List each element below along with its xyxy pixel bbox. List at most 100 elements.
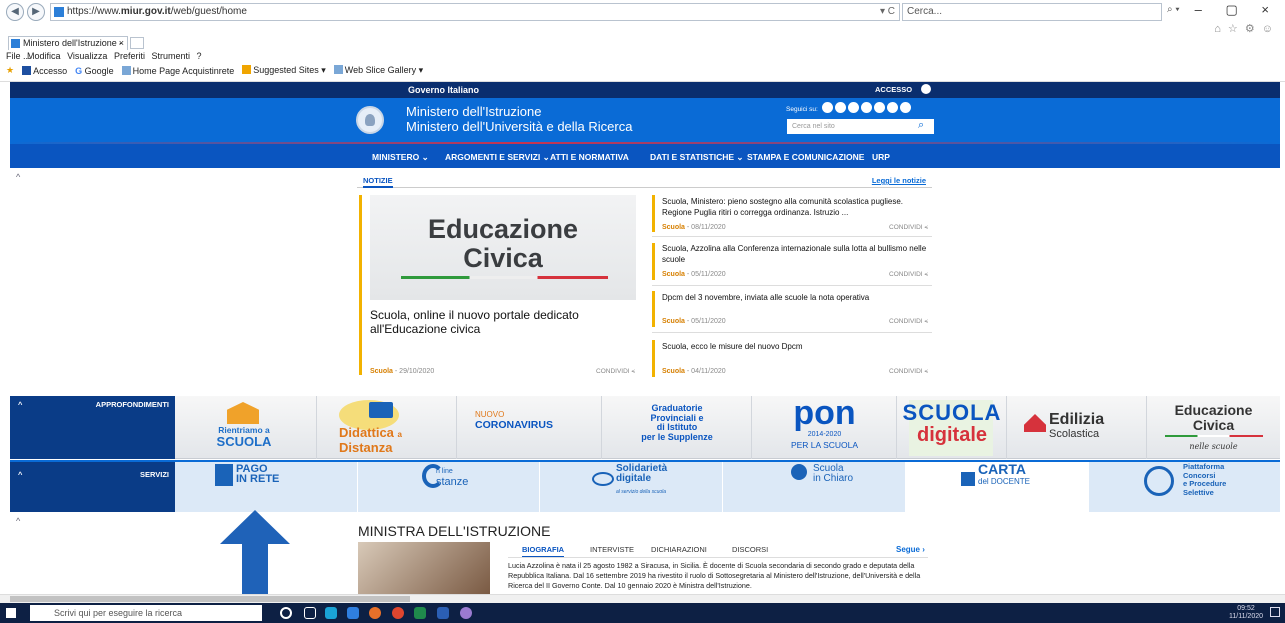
featured-share-button[interactable]: CONDIVIDI ⪪ (596, 368, 635, 376)
tile-educazione-civica[interactable]: Educazione Civica nelle scuole (1147, 396, 1280, 459)
task-view-icon[interactable] (304, 607, 316, 619)
tile-pon[interactable]: pon 2014-2020 PER LA SCUOLA (752, 396, 897, 459)
menu-strumenti[interactable]: Strumenti (151, 51, 190, 61)
nav-ministero[interactable]: MINISTERO ⌄ (372, 152, 429, 163)
servizi-label[interactable]: ^ SERVIZI (10, 462, 175, 512)
window-controls[interactable]: – ▢ × (1195, 2, 1279, 18)
word-icon[interactable] (437, 607, 449, 619)
republic-emblem-icon (356, 106, 384, 134)
linkedin-icon[interactable] (899, 102, 911, 113)
news-item-1-title[interactable]: Scuola, Ministero: pieno sostegno alla c… (662, 197, 930, 218)
tile-edilizia-scolastica[interactable]: Edilizia Scolastica (1007, 396, 1147, 459)
windows-start-icon[interactable] (6, 608, 16, 618)
nav-urp[interactable]: URP (872, 152, 890, 162)
twitter-icon[interactable] (834, 102, 846, 113)
tile-piattaforma-concorsi[interactable]: Piattaforma Concorsi e Procedure Seletti… (1089, 462, 1280, 512)
site-search-input[interactable]: Cerca nel sito (787, 119, 934, 134)
menu-help[interactable]: ? (197, 51, 202, 61)
site-search-icon[interactable]: ⌕ (918, 119, 924, 132)
tile-scuola-digitale[interactable]: SCUOLA digitale (897, 396, 1007, 459)
tab-notizie[interactable]: NOTIZIE (363, 176, 393, 188)
fav-accesso[interactable]: Accesso (22, 65, 67, 76)
news-item-2-title[interactable]: Scuola, Azzolina alla Conferenza interna… (662, 244, 930, 265)
clock-date: 11/11/2020 (1229, 613, 1263, 620)
tile-istanze-online[interactable]: n line stanze (358, 462, 540, 512)
app-icon[interactable] (460, 607, 472, 619)
chrome-icon[interactable] (392, 607, 404, 619)
excel-icon[interactable] (414, 607, 426, 619)
news-item-1-share[interactable]: CONDIVIDI ⪪ (889, 224, 928, 232)
news-item-3-share[interactable]: CONDIVIDI ⪪ (889, 318, 928, 326)
news-item-2-share[interactable]: CONDIVIDI ⪪ (889, 271, 928, 279)
tile-graduatorie[interactable]: Graduatorie Provinciali e di Istituto pe… (602, 396, 752, 459)
user-icon[interactable] (921, 84, 931, 94)
browser-search-input[interactable]: Cerca... (902, 3, 1162, 21)
collapse-icon[interactable]: ^ (16, 516, 20, 526)
toolbar-icons[interactable]: ⌂ ☆ ⚙ ☺ (1214, 22, 1275, 35)
collapse-icon[interactable]: ^ (16, 172, 20, 182)
nav-argomenti-servizi[interactable]: ARGOMENTI E SERVIZI ⌄ (445, 152, 550, 163)
grad-line4: per le Supplenze (641, 431, 713, 442)
featured-title[interactable]: Scuola, online il nuovo portale dedicato… (370, 308, 640, 336)
tab-interviste[interactable]: INTERVISTE (590, 545, 634, 554)
site-title[interactable]: Ministero dell'Istruzione Ministero dell… (406, 104, 632, 134)
firefox-icon[interactable] (369, 607, 381, 619)
fav-web-slice-gallery[interactable]: Web Slice Gallery ▾ (333, 65, 423, 76)
browser-search-icon[interactable]: ⌕ ▾ (1167, 4, 1180, 15)
menu-file[interactable]: File (6, 51, 21, 61)
cortana-icon[interactable] (280, 607, 292, 619)
address-bar[interactable]: https://www.miur.gov.it/web/guest/home ▾… (50, 3, 900, 21)
scrollbar-thumb[interactable] (10, 596, 410, 602)
tab-close-icon[interactable]: × (119, 37, 124, 50)
news-item-3-title[interactable]: Dpcm del 3 novembre, inviata alle scuole… (662, 293, 930, 304)
tile-scuola-in-chiaro[interactable]: Scuola in Chiaro (723, 462, 906, 512)
tile-rientriamo-scuola[interactable]: Rientriamo a SCUOLA (175, 396, 317, 459)
news-item-4-share[interactable]: CONDIVIDI ⪪ (889, 368, 928, 376)
piatt-line4: Selettive (1183, 487, 1214, 497)
tile-pago-in-rete[interactable]: PAGO IN RETE (175, 462, 358, 512)
menu-modifica[interactable]: Modifica (27, 51, 61, 61)
fav-acquistinrete[interactable]: Home Page Acquistinrete (121, 65, 234, 76)
tab-dichiarazioni[interactable]: DICHIARAZIONI (651, 545, 707, 554)
menu-visualizza[interactable]: Visualizza (67, 51, 107, 61)
back-icon[interactable]: ◀ (6, 3, 24, 21)
approfondimenti-label[interactable]: ^ APPROFONDIMENTI (10, 396, 175, 459)
horizontal-scrollbar[interactable] (0, 594, 1285, 603)
edilizia-line2: Scolastica (1049, 428, 1100, 440)
forward-icon[interactable]: ▶ (27, 3, 45, 21)
read-all-news-link[interactable]: Leggi le notizie (872, 176, 926, 185)
governo-italiano-link[interactable]: Governo Italiano (408, 85, 479, 95)
nav-stampa-comunicazione[interactable]: STAMPA E COMUNICAZIONE (747, 152, 864, 162)
nav-dati-statistiche[interactable]: DATI E STATISTICHE ⌄ (650, 152, 744, 163)
ie-icon[interactable] (347, 607, 359, 619)
segue-link[interactable]: Segue › (896, 545, 925, 554)
system-tray-icons[interactable] (1118, 608, 1198, 618)
edge-icon[interactable] (325, 607, 337, 619)
facebook-icon[interactable] (821, 102, 833, 113)
taskbar-search-input[interactable]: Scrivi qui per eseguire la ricerca (30, 605, 262, 621)
nav-atti-normativa[interactable]: ATTI E NORMATIVA (550, 152, 629, 162)
instagram-icon[interactable] (886, 102, 898, 113)
tile-didattica-distanza[interactable]: Didattica a Distanza (317, 396, 457, 459)
tile-carta-docente[interactable]: CARTA del DOCENTE (906, 462, 1089, 512)
youtube-icon[interactable] (847, 102, 859, 113)
refresh-icon[interactable]: ▾ C (880, 4, 895, 20)
news-item-4-title[interactable]: Scuola, ecco le misure del nuovo Dpcm (662, 342, 930, 353)
browser-tab[interactable]: Ministero dell'Istruzione - ... × (8, 36, 128, 61)
telegram-icon[interactable] (873, 102, 885, 113)
flickr-icon[interactable] (860, 102, 872, 113)
fav-google[interactable]: G Google (75, 66, 114, 76)
featured-image[interactable]: Educazione Civica (370, 195, 636, 300)
tile-solidarieta-digitale[interactable]: Solidarietà digitale al servizio della s… (540, 462, 723, 512)
tab-discorsi[interactable]: DISCORSI (732, 545, 768, 554)
menu-preferiti[interactable]: Preferiti (114, 51, 145, 61)
fav-suggested-sites[interactable]: Suggested Sites ▾ (242, 65, 326, 76)
sd-line2: digitale (916, 424, 987, 446)
news-item-4-meta: Scuola - 04/11/2020 (662, 368, 726, 375)
new-tab-button[interactable] (130, 37, 144, 49)
notifications-icon[interactable] (1270, 607, 1280, 617)
taskbar-clock[interactable]: 09:52 11/11/2020 (1229, 605, 1263, 621)
accesso-link[interactable]: ACCESSO (875, 85, 912, 94)
approfondimenti-band: ^ APPROFONDIMENTI Rientriamo a SCUOLA Di… (10, 396, 1280, 459)
tile-coronavirus[interactable]: NUOVO CORONAVIRUS (457, 396, 602, 459)
